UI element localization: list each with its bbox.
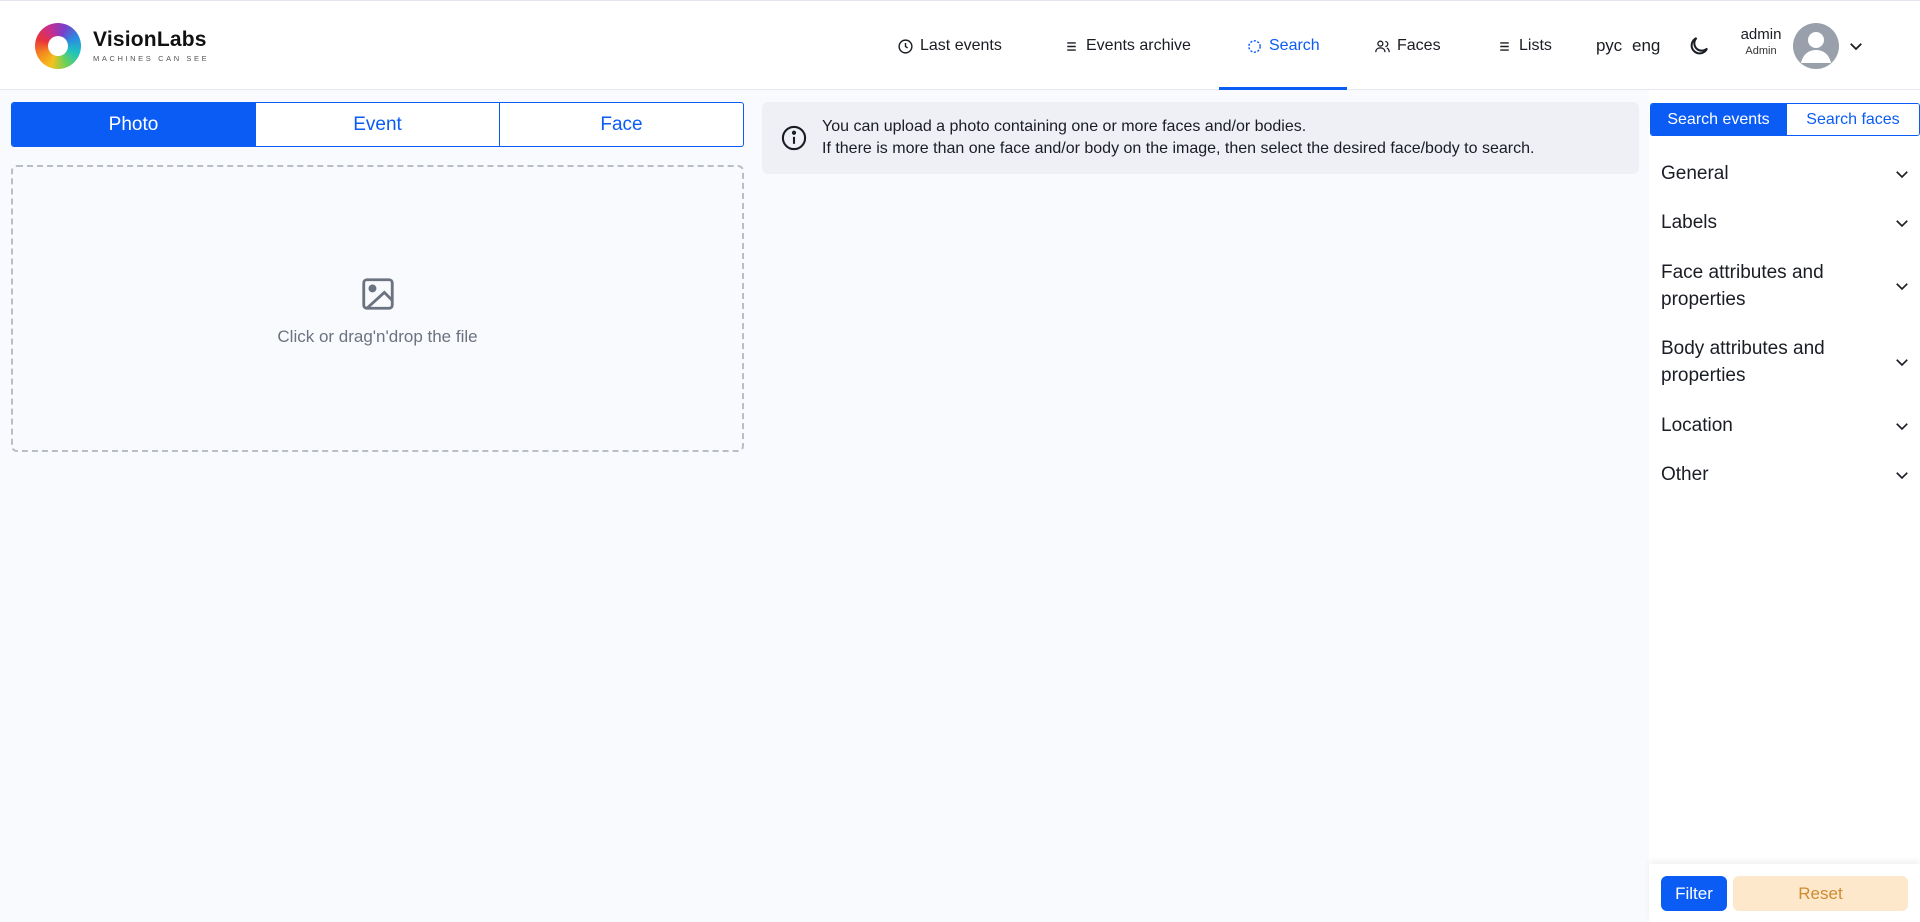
nav-lists-label: Lists xyxy=(1519,37,1552,54)
search-events-button[interactable]: Search events xyxy=(1651,104,1786,135)
list-icon xyxy=(1067,41,1076,51)
user-avatar-icon xyxy=(1801,32,1831,63)
user-info: admin Admin xyxy=(1736,26,1786,58)
nav-last-events[interactable]: Last events xyxy=(897,1,1002,91)
search-faces-button[interactable]: Search faces xyxy=(1786,104,1919,135)
avatar[interactable] xyxy=(1793,23,1839,69)
nav-search-label: Search xyxy=(1269,37,1320,54)
info-line-1: You can upload a photo containing one or… xyxy=(822,118,1307,135)
filter-section-face-attributes[interactable]: Face attributes and properties xyxy=(1661,259,1911,313)
chevron-down-icon[interactable] xyxy=(1847,37,1865,55)
filter-section-label: General xyxy=(1661,163,1729,184)
nav-search[interactable]: Search xyxy=(1246,1,1320,91)
filter-section-other[interactable]: Other xyxy=(1661,461,1911,488)
search-source-tabs: Photo Event Face xyxy=(11,102,744,147)
nav-events-archive-label: Events archive xyxy=(1086,37,1191,54)
chevron-down-icon xyxy=(1896,359,1908,367)
tab-event[interactable]: Event xyxy=(255,103,499,146)
filter-section-labels[interactable]: Labels xyxy=(1661,209,1911,236)
photo-dropzone[interactable]: Click or drag'n'drop the file xyxy=(11,165,744,452)
dropzone-text: Click or drag'n'drop the file xyxy=(277,326,478,346)
filter-section-location[interactable]: Location xyxy=(1661,412,1911,439)
filter-section-label: Face attributes and properties xyxy=(1661,262,1824,310)
info-line-2: If there is more than one face and/or bo… xyxy=(822,140,1535,157)
nav-active-indicator xyxy=(1219,87,1347,90)
tab-photo[interactable]: Photo xyxy=(12,103,255,146)
brand-logo[interactable]: VisionLabs MACHINES CAN SEE xyxy=(35,22,209,70)
nav-lists[interactable]: Lists xyxy=(1496,1,1552,91)
filter-button[interactable]: Filter xyxy=(1661,876,1727,911)
user-role: Admin xyxy=(1745,45,1777,57)
reset-button[interactable]: Reset xyxy=(1733,876,1908,911)
image-icon xyxy=(361,277,394,310)
filter-section-body-attributes[interactable]: Body attributes and properties xyxy=(1661,335,1911,389)
chevron-down-icon xyxy=(1896,471,1908,479)
chevron-down-icon xyxy=(1896,219,1908,227)
filter-section-general[interactable]: General xyxy=(1661,160,1911,187)
search-mode-toggle: Search events Search faces xyxy=(1650,103,1920,136)
info-icon xyxy=(781,125,807,151)
nav-last-events-label: Last events xyxy=(920,37,1002,54)
chevron-down-icon xyxy=(1896,422,1908,430)
logo-ring-icon xyxy=(35,23,81,69)
clock-icon xyxy=(898,38,913,54)
brand-name: VisionLabs xyxy=(93,28,207,51)
filter-section-label: Location xyxy=(1661,415,1733,436)
nav-faces-label: Faces xyxy=(1397,37,1441,54)
top-header: VisionLabs MACHINES CAN SEE Last events … xyxy=(0,0,1920,90)
users-icon xyxy=(1375,40,1390,52)
list-icon xyxy=(1500,41,1509,51)
filter-section-label: Other xyxy=(1661,464,1709,485)
nav-events-archive[interactable]: Events archive xyxy=(1063,1,1191,91)
user-name: admin xyxy=(1740,26,1782,43)
info-banner: You can upload a photo containing one or… xyxy=(762,102,1639,174)
tab-face[interactable]: Face xyxy=(499,103,743,146)
filter-section-label: Labels xyxy=(1661,212,1717,233)
lang-en[interactable]: eng xyxy=(1632,1,1660,91)
nav-faces[interactable]: Faces xyxy=(1374,1,1441,91)
chevron-down-icon xyxy=(1896,283,1908,291)
filter-section-label: Body attributes and properties xyxy=(1661,338,1825,386)
search-target-icon xyxy=(1248,39,1261,53)
brand-tagline: MACHINES CAN SEE xyxy=(93,54,210,63)
lang-ru[interactable]: рус xyxy=(1596,1,1622,91)
moon-icon[interactable] xyxy=(1687,34,1711,58)
chevron-down-icon xyxy=(1896,170,1908,178)
